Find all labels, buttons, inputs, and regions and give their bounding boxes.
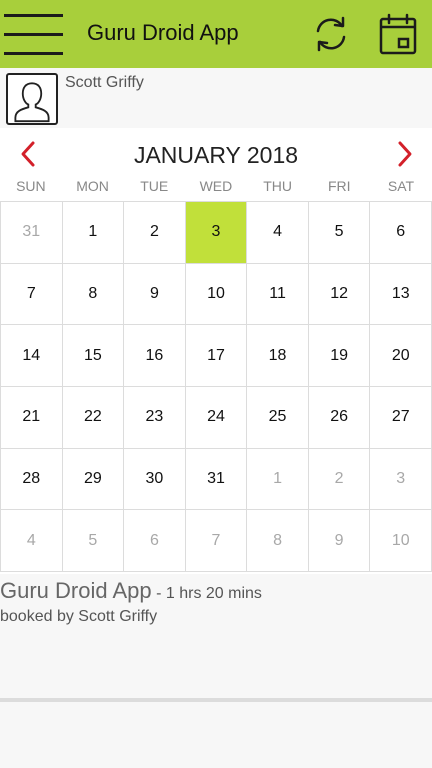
day-cell[interactable]: 26 bbox=[308, 387, 371, 449]
day-cell-selected[interactable]: 3 bbox=[185, 202, 248, 264]
user-info: Scott Griffy bbox=[0, 68, 432, 128]
day-cell[interactable]: 3 bbox=[370, 448, 432, 511]
day-cell[interactable]: 14 bbox=[1, 325, 63, 387]
weekday-label: SUN bbox=[16, 178, 46, 194]
calendar-icon[interactable] bbox=[377, 12, 419, 56]
day-cell[interactable]: 4 bbox=[1, 510, 63, 572]
calendar: JANUARY 2018 SUN MON TUE WED THU FRI SAT… bbox=[0, 128, 432, 702]
day-cell[interactable]: 16 bbox=[124, 325, 186, 387]
day-cell[interactable]: 27 bbox=[370, 387, 432, 449]
booking-duration: - 1 hrs 20 mins bbox=[156, 585, 262, 602]
day-cell[interactable]: 10 bbox=[185, 263, 248, 326]
calendar-divider bbox=[0, 698, 432, 702]
day-cell[interactable]: 30 bbox=[124, 448, 186, 511]
day-cell[interactable]: 2 bbox=[124, 202, 186, 264]
day-cell[interactable]: 9 bbox=[124, 263, 186, 326]
month-title: JANUARY 2018 bbox=[133, 142, 299, 168]
user-silhouette-icon[interactable] bbox=[6, 73, 58, 125]
weekday-label: FRI bbox=[328, 178, 351, 194]
day-cell[interactable]: 8 bbox=[62, 263, 125, 326]
day-cell[interactable]: 24 bbox=[185, 387, 248, 449]
booking-item[interactable]: Guru Droid App - 1 hrs 20 mins booked by… bbox=[0, 578, 432, 626]
hamburger-menu-icon[interactable] bbox=[0, 6, 66, 60]
weekday-label: WED bbox=[199, 178, 233, 194]
weekday-header: SUN MON TUE WED THU FRI SAT bbox=[0, 178, 432, 200]
day-cell[interactable]: 10 bbox=[370, 510, 432, 572]
day-cell[interactable]: 5 bbox=[308, 202, 371, 264]
refresh-icon[interactable] bbox=[311, 14, 351, 54]
weekday-label: MON bbox=[76, 178, 109, 194]
day-cell[interactable]: 23 bbox=[124, 387, 186, 449]
day-cell[interactable]: 31 bbox=[185, 448, 248, 511]
chevron-right-icon[interactable] bbox=[393, 139, 417, 169]
day-cell[interactable]: 31 bbox=[1, 202, 63, 264]
day-cell[interactable]: 9 bbox=[308, 510, 371, 572]
day-cell[interactable]: 7 bbox=[1, 263, 63, 326]
day-cell[interactable]: 1 bbox=[62, 202, 125, 264]
day-cell[interactable]: 12 bbox=[308, 263, 371, 326]
day-cell[interactable]: 13 bbox=[370, 263, 432, 326]
day-cell[interactable]: 11 bbox=[247, 263, 309, 326]
day-cell[interactable]: 1 bbox=[247, 448, 309, 511]
day-cell[interactable]: 28 bbox=[1, 448, 63, 511]
day-cell[interactable]: 29 bbox=[62, 448, 125, 511]
weekday-label: TUE bbox=[140, 178, 169, 194]
day-cell[interactable]: 19 bbox=[308, 325, 371, 387]
weekday-label: SAT bbox=[387, 178, 415, 194]
day-cell[interactable]: 4 bbox=[247, 202, 309, 264]
day-cell[interactable]: 20 bbox=[370, 325, 432, 387]
day-grid: 31 1 2 3 4 5 6 7 8 9 10 11 12 13 14 15 16 17 18 19 20 21 22 23 2… bbox=[0, 201, 432, 572]
booking-title: Guru Droid App bbox=[0, 578, 152, 603]
day-cell[interactable]: 17 bbox=[185, 325, 248, 387]
day-cell[interactable]: 8 bbox=[247, 510, 309, 572]
day-cell[interactable]: 22 bbox=[62, 387, 125, 449]
day-cell[interactable]: 15 bbox=[62, 325, 125, 387]
app-title: Guru Droid App bbox=[87, 20, 239, 45]
weekday-label: THU bbox=[263, 178, 292, 194]
day-cell[interactable]: 21 bbox=[1, 387, 63, 449]
day-cell[interactable]: 7 bbox=[185, 510, 248, 572]
booking-owner: booked by Scott Griffy bbox=[0, 608, 158, 625]
day-cell[interactable]: 5 bbox=[62, 510, 125, 572]
day-cell[interactable]: 6 bbox=[124, 510, 186, 572]
user-name: Scott Griffy bbox=[65, 74, 144, 91]
day-cell[interactable]: 18 bbox=[247, 325, 309, 387]
day-cell[interactable]: 25 bbox=[247, 387, 309, 449]
day-cell[interactable]: 6 bbox=[370, 202, 432, 264]
day-cell[interactable]: 2 bbox=[308, 448, 371, 511]
app-bar: Guru Droid App bbox=[0, 0, 432, 68]
